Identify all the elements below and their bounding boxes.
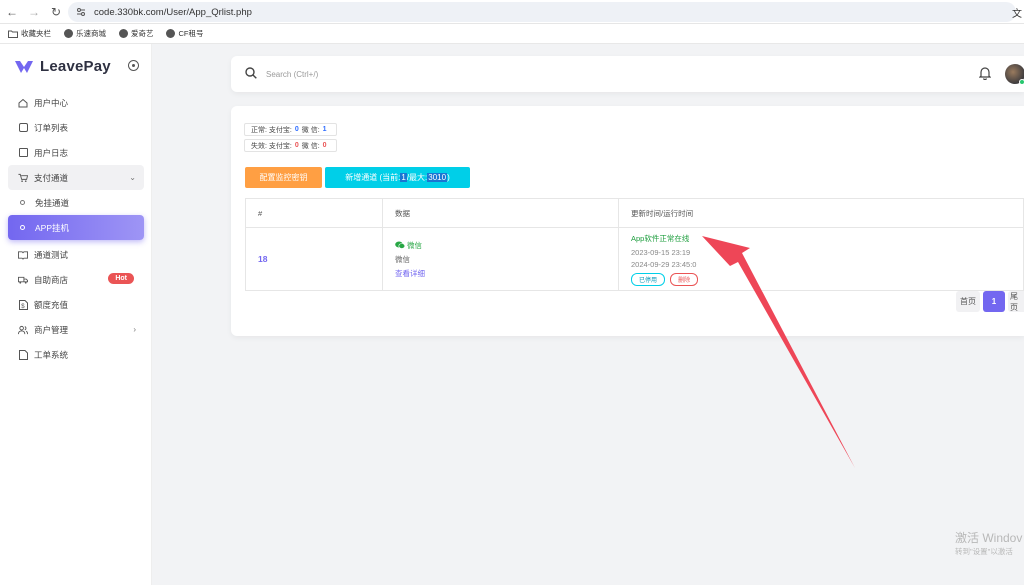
brand-logo[interactable]: LeavePay [14, 58, 111, 75]
browser-toolbar: ← → ↻ code.330bk.com/User/App_Qrlist.php… [0, 0, 1024, 24]
app-hook-card: 正常: 支付宝: 0 微 信: 1 失效: 支付宝: 0 微 信: 0 配置监控… [231, 106, 1024, 336]
table-row: 18 微信 微信 查看详细 App软件正常在线 2023-09-15 23:19… [245, 227, 1024, 291]
pagination-first[interactable]: 首页 [956, 291, 980, 312]
file-dollar-icon: $ [18, 299, 28, 310]
col-header-id: # [245, 198, 383, 228]
sidebar-item-app-hook[interactable]: APP挂机 [8, 215, 144, 240]
channel-type: 微信 [395, 254, 410, 264]
bell-icon[interactable] [979, 66, 991, 80]
sidebar-item-recharge[interactable]: $ 额度充值 [8, 292, 144, 317]
bookmarks-bar: 收藏夹栏 乐速商城 爱奇艺 CF租号 [0, 24, 1024, 44]
back-icon[interactable]: ← [2, 2, 22, 22]
home-icon [18, 98, 28, 108]
brand-name: LeavePay [40, 58, 111, 75]
row-actions: 已停用 删除 [631, 269, 1022, 286]
sidebar-item-payment-channels[interactable]: 支付通道 ⌄ [8, 165, 144, 190]
online-status-dot [1019, 79, 1024, 85]
cart-icon [18, 173, 28, 183]
globe-icon [63, 29, 73, 39]
folder-icon [8, 29, 18, 39]
delete-tag-button[interactable]: 删除 [670, 272, 699, 286]
pagination-page-1[interactable]: 1 [983, 291, 1005, 312]
sidebar-item-orders[interactable]: 订单列表 [8, 115, 144, 140]
bookmark-item[interactable]: 爱奇艺 [118, 28, 154, 39]
stat-normal: 正常: 支付宝: 0 微 信: 1 [244, 123, 337, 136]
chevron-down-icon: ⌄ [129, 173, 136, 182]
top-navbar [231, 56, 1024, 92]
sidebar-item-user-center[interactable]: 用户中心 [8, 90, 144, 115]
windows-activation-watermark: 激活 Windov [955, 531, 1023, 545]
pagination-last[interactable]: 尾页 [1008, 291, 1024, 312]
chevron-right-icon: › [133, 325, 136, 334]
sidebar-item-channel-test[interactable]: 通道测试 [8, 242, 144, 267]
logo-icon [15, 60, 33, 73]
sidebar-collapse-icon[interactable] [128, 60, 139, 71]
cell-data: 微信 微信 查看详细 [382, 227, 619, 291]
file-icon [18, 349, 28, 360]
wechat-icon [395, 241, 405, 249]
site-info-icon[interactable] [74, 5, 88, 19]
sidebar-item-user-log[interactable]: 用户日志 [8, 140, 144, 165]
forward-icon[interactable]: → [24, 2, 44, 22]
globe-icon [166, 29, 176, 39]
col-header-time: 更新时间/运行时间 [618, 198, 1024, 228]
translate-icon[interactable]: 文 [1012, 5, 1024, 20]
address-bar[interactable]: code.330bk.com/User/App_Qrlist.php [68, 2, 1016, 22]
book-icon [18, 123, 28, 133]
stat-failed: 失效: 支付宝: 0 微 信: 0 [244, 139, 337, 152]
sidebar: LeavePay 用户中心 订单列表 用户日志 支付通道 ⌄ 免挂通道 APP挂… [0, 44, 152, 585]
view-detail-link[interactable]: 查看详细 [395, 268, 617, 279]
circle-icon [20, 225, 25, 230]
hot-badge: Hot [108, 273, 134, 284]
truck-icon [18, 275, 28, 285]
bookmark-item[interactable]: CF租号 [166, 28, 204, 39]
status-text: App软件正常在线 [631, 233, 690, 243]
row-id: 18 [258, 254, 268, 264]
search-input[interactable] [264, 66, 564, 82]
config-monitor-key-button[interactable]: 配置监控密钥 [245, 167, 322, 188]
reload-icon[interactable]: ↻ [46, 2, 66, 22]
sidebar-item-tickets[interactable]: 工单系统 [8, 342, 144, 367]
disable-tag-button[interactable]: 已停用 [631, 272, 666, 286]
book-open-icon [18, 250, 28, 260]
table-header-row: # 数据 更新时间/运行时间 [245, 198, 1024, 228]
log-icon [18, 148, 28, 158]
channel-table: # 数据 更新时间/运行时间 18 微信 微信 查看详细 App软件正常在线 2… [245, 198, 1024, 291]
cell-time: App软件正常在线 2023-09-15 23:19 2024-09-29 23… [618, 227, 1024, 291]
bookmark-folder[interactable]: 收藏夹栏 [8, 28, 51, 39]
globe-icon [118, 29, 128, 39]
runtime-time: 2024-09-29 23:45:0 [631, 259, 697, 269]
add-channel-button[interactable]: 新增通道 (当前: 1 /最大: 3010 ) [325, 167, 470, 188]
url-text: code.330bk.com/User/App_Qrlist.php [94, 6, 252, 18]
col-header-data: 数据 [382, 198, 619, 228]
windows-activation-hint: 转到"设置"以激活 [955, 547, 1013, 556]
sidebar-item-merchant-manage[interactable]: 商户管理 › [8, 317, 144, 342]
sidebar-item-free-channel[interactable]: 免挂通道 [8, 190, 144, 215]
channel-name: 微信 [395, 240, 617, 251]
updated-time: 2023-09-15 23:19 [631, 247, 691, 257]
users-icon [18, 325, 28, 335]
sidebar-item-self-shop[interactable]: 自助商店 Hot [8, 267, 144, 292]
circle-icon [20, 200, 25, 205]
search-icon[interactable] [245, 67, 257, 79]
sidebar-menu: 用户中心 订单列表 用户日志 支付通道 ⌄ 免挂通道 APP挂机 通道测试 自助… [8, 90, 144, 367]
bookmark-item[interactable]: 乐速商城 [63, 28, 106, 39]
cell-id: 18 [245, 227, 383, 291]
